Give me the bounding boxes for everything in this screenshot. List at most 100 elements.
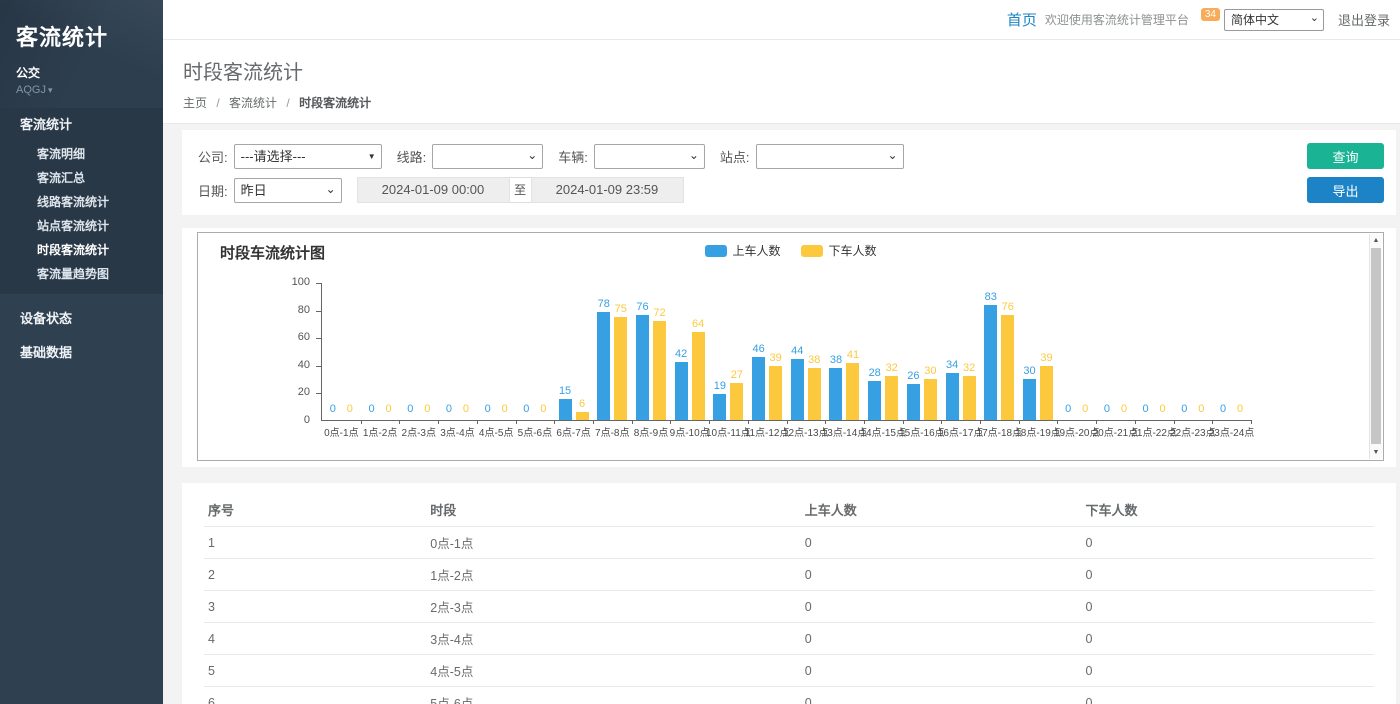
- company-select[interactable]: ---请选择---: [234, 144, 382, 169]
- bar-group-0: 000点-1点: [322, 283, 361, 420]
- bar-value-label: 28: [869, 367, 881, 379]
- line-select[interactable]: [432, 144, 543, 169]
- table-cell: 0: [1081, 591, 1374, 623]
- legend-item-alighting[interactable]: 下车人数: [801, 242, 877, 259]
- bar-alighting: 6: [576, 412, 589, 420]
- date-start-input[interactable]: 2024-01-09 00:00: [357, 177, 510, 203]
- table-header-row: 序号 时段 上车人数 下车人数: [204, 493, 1374, 527]
- logout-link[interactable]: 退出登录: [1338, 10, 1390, 29]
- sidebar-subitem-0[interactable]: 客流明细: [0, 142, 163, 166]
- y-axis-label: 60: [298, 331, 310, 343]
- language-select[interactable]: 简体中文: [1224, 9, 1324, 31]
- bar-boarding: 44: [791, 359, 804, 420]
- vehicle-label: 车辆:: [558, 147, 588, 166]
- y-axis-label: 100: [292, 276, 310, 288]
- chart-title: 时段车流统计图: [220, 242, 325, 263]
- bar-value-label: 0: [347, 403, 353, 415]
- date-preset-select[interactable]: 昨日: [234, 178, 342, 203]
- legend-label: 上车人数: [732, 242, 780, 259]
- table-panel: 序号 时段 上车人数 下车人数 10点-1点0021点-2点0032点-3点00…: [182, 483, 1396, 704]
- breadcrumb-current: 时段客流统计: [299, 96, 371, 110]
- user-dropdown[interactable]: AQGJ▾: [16, 84, 147, 96]
- chart-scrollbar[interactable]: ▲ ▼: [1369, 234, 1382, 459]
- sidebar-section-passenger-stats[interactable]: 客流统计: [0, 108, 163, 142]
- scrollbar-thumb[interactable]: [1371, 248, 1381, 444]
- bar-value-label: 0: [407, 403, 413, 415]
- page-heading: 时段客流统计 主页 / 客流统计 / 时段客流统计: [163, 40, 1400, 124]
- x-axis-label: 7点-8点: [595, 424, 629, 439]
- x-axis-tick: [361, 420, 362, 424]
- table-cell: 0: [1081, 623, 1374, 655]
- bar-value-label: 76: [1002, 301, 1014, 313]
- bar-value-label: 0: [1198, 403, 1204, 415]
- table-cell: 6: [204, 687, 426, 704]
- bar-alighting: 39: [769, 366, 782, 420]
- bar-group-13: 384113点-14点: [825, 283, 864, 420]
- sidebar-item-base-data[interactable]: 基础数据: [0, 336, 163, 370]
- scroll-up-icon[interactable]: ▲: [1370, 234, 1382, 247]
- date-end-input[interactable]: 2024-01-09 23:59: [531, 177, 684, 203]
- table-cell: 5点-6点: [426, 687, 800, 704]
- date-label: 日期:: [198, 181, 228, 200]
- query-button[interactable]: 查询: [1307, 143, 1384, 169]
- scroll-down-icon[interactable]: ▼: [1370, 446, 1382, 459]
- bar-boarding: 83: [984, 305, 997, 420]
- welcome-text: 欢迎使用客流统计管理平台: [1045, 11, 1189, 28]
- x-axis-label: 8点-9点: [634, 424, 668, 439]
- date-to-label: 至: [510, 177, 531, 203]
- bar-value-label: 0: [523, 403, 529, 415]
- table-cell: 0: [801, 623, 1082, 655]
- breadcrumb-passenger-stats[interactable]: 客流统计: [229, 96, 277, 110]
- sidebar-subitem-3[interactable]: 站点客流统计: [0, 214, 163, 238]
- col-header-alighting: 下车人数: [1081, 493, 1374, 527]
- vehicle-select[interactable]: [594, 144, 705, 169]
- sidebar-item-device-status[interactable]: 设备状态: [0, 302, 163, 336]
- export-button[interactable]: 导出: [1307, 177, 1384, 203]
- bar-value-label: 30: [1023, 365, 1035, 377]
- legend-item-boarding[interactable]: 上车人数: [704, 242, 780, 259]
- bar-alighting: 30: [924, 379, 937, 420]
- notification-badge: 34: [1201, 8, 1220, 21]
- x-axis-label: 9点-10点: [670, 424, 710, 439]
- sidebar-subitem-2[interactable]: 线路客流统计: [0, 190, 163, 214]
- bar-group-22: 0022点-23点: [1173, 283, 1212, 420]
- breadcrumb: 主页 / 客流统计 / 时段客流统计: [183, 94, 1400, 111]
- bar-value-label: 0: [1082, 403, 1088, 415]
- y-axis-label: 80: [298, 304, 310, 316]
- table-row: 43点-4点00: [204, 623, 1374, 655]
- breadcrumb-home[interactable]: 主页: [183, 96, 207, 110]
- x-axis-tick: [1251, 420, 1252, 424]
- bar-group-16: 343216点-17点: [941, 283, 980, 420]
- table-cell: 0: [1081, 687, 1374, 704]
- bar-boarding: 30: [1023, 379, 1036, 420]
- bar-group-3: 003点-4点: [438, 283, 477, 420]
- bar-group-6: 1566点-7点: [554, 283, 593, 420]
- table-row: 32点-3点00: [204, 591, 1374, 623]
- sidebar-subitem-4[interactable]: 时段客流统计: [0, 238, 163, 262]
- sidebar-submenu: 客流明细客流汇总线路客流统计站点客流统计时段客流统计客流量趋势图: [0, 142, 163, 286]
- bar-boarding: 46: [752, 357, 765, 420]
- table-cell: 0: [1081, 527, 1374, 559]
- main-area: 首页 欢迎使用客流统计管理平台 34 简体中文 ⌄ 退出登录 时段客流统计 主页…: [163, 0, 1400, 704]
- x-axis-tick: [593, 420, 594, 424]
- bar-group-12: 443812点-13点: [786, 283, 825, 420]
- table-row: 65点-6点00: [204, 687, 1374, 704]
- sidebar-subitem-5[interactable]: 客流量趋势图: [0, 262, 163, 286]
- y-axis-tick: [316, 311, 321, 312]
- bar-group-4: 004点-5点: [477, 283, 516, 420]
- bar-group-18: 303918点-19点: [1019, 283, 1058, 420]
- sidebar-subitem-1[interactable]: 客流汇总: [0, 166, 163, 190]
- bar-value-label: 0: [463, 403, 469, 415]
- station-select[interactable]: [756, 144, 904, 169]
- bar-alighting: 38: [808, 368, 821, 420]
- bar-value-label: 0: [1237, 403, 1243, 415]
- user-code: AQGJ: [16, 84, 46, 96]
- table-cell: 1: [204, 527, 426, 559]
- y-axis-label: 20: [298, 386, 310, 398]
- filter-row-1: 公司: ---请选择--- ▼ 线路: ⌄ 车辆: ⌄ 站点: [198, 143, 1380, 169]
- sidebar-open-section: 客流统计 客流明细客流汇总线路客流统计站点客流统计时段客流统计客流量趋势图: [0, 108, 163, 294]
- home-link[interactable]: 首页: [1007, 9, 1037, 30]
- y-axis-label: 40: [298, 359, 310, 371]
- bar-value-label: 0: [502, 403, 508, 415]
- sidebar-header: 客流统计 公交 AQGJ▾: [0, 0, 163, 108]
